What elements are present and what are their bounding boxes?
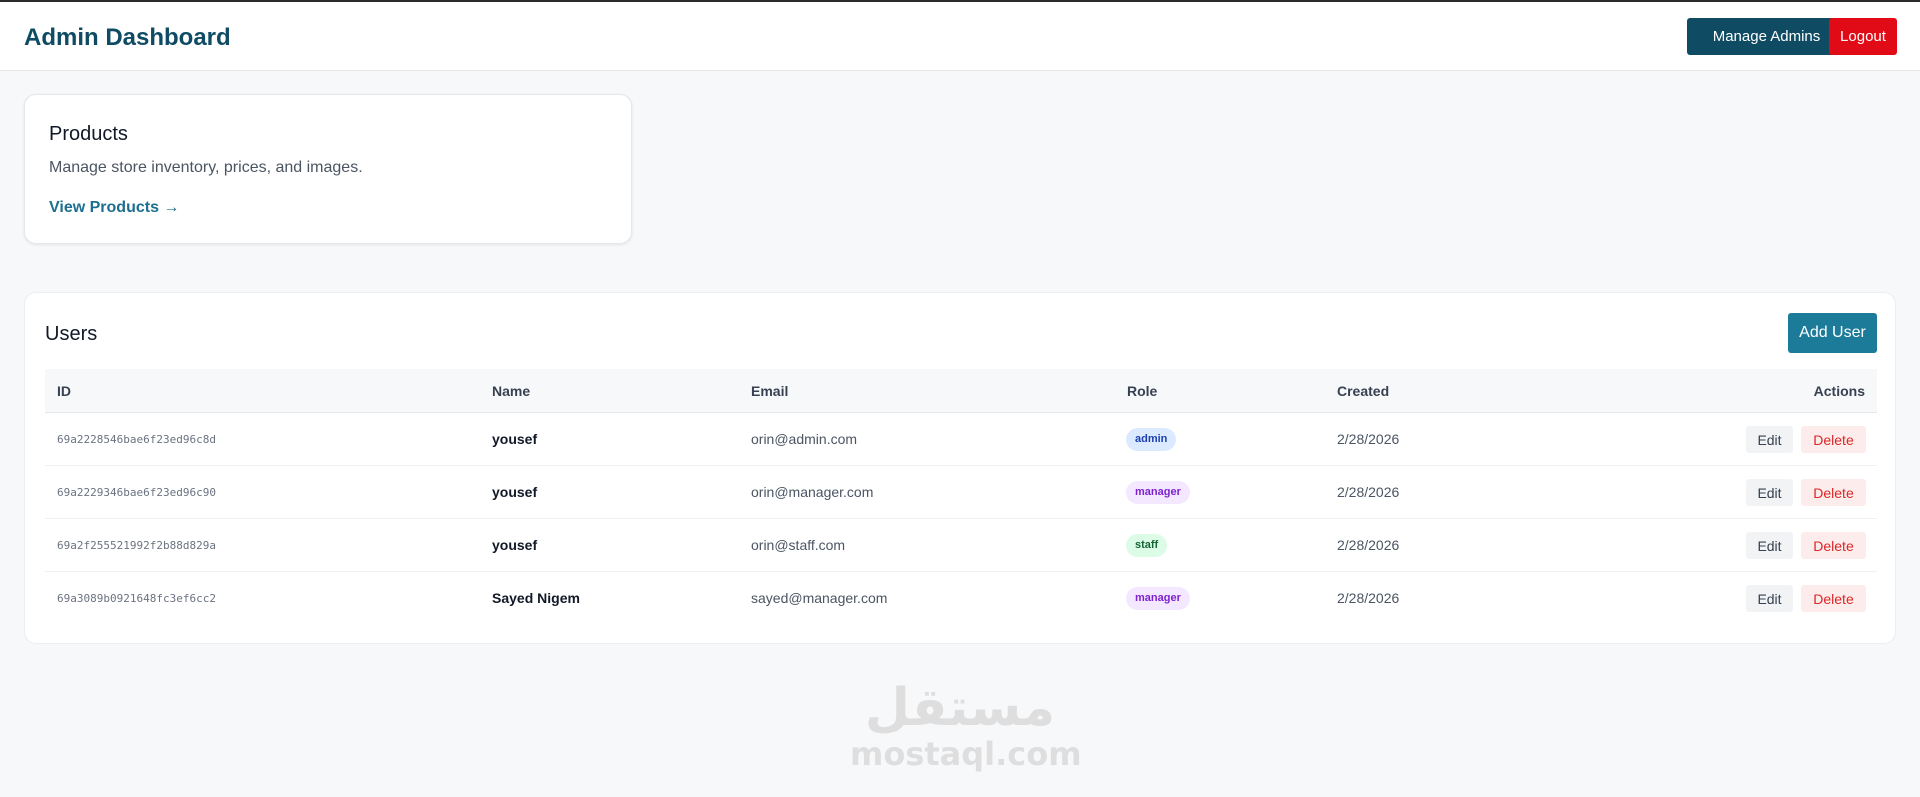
role-badge: manager: [1126, 587, 1190, 610]
user-name: yousef: [492, 537, 538, 553]
created-date: 2/28/2026: [1337, 431, 1400, 447]
user-email: orin@staff.com: [751, 537, 846, 553]
products-card-description: Manage store inventory, prices, and imag…: [49, 159, 363, 176]
created-date: 2/28/2026: [1337, 484, 1400, 500]
user-id: 69a3089b0921648fc3ef6cc2: [57, 592, 216, 605]
user-id: 69a2f255521992f2b88d829a: [57, 539, 216, 552]
watermark-arabic: مستقل: [864, 678, 1056, 738]
delete-button[interactable]: Delete: [1801, 426, 1866, 453]
user-email: sayed@manager.com: [751, 590, 888, 606]
delete-button[interactable]: Delete: [1801, 479, 1866, 506]
user-email: orin@admin.com: [751, 431, 858, 447]
created-date: 2/28/2026: [1337, 537, 1400, 553]
edit-button[interactable]: Edit: [1746, 426, 1793, 453]
role-badge: admin: [1126, 428, 1177, 451]
column-header-role: Role: [1127, 383, 1158, 399]
delete-button[interactable]: Delete: [1801, 532, 1866, 559]
table-row: 69a2f255521992f2b88d829a yousef orin@sta…: [45, 519, 1877, 572]
view-products-link[interactable]: View Products →: [49, 199, 179, 217]
created-date: 2/28/2026: [1337, 590, 1400, 606]
role-badge: staff: [1126, 534, 1168, 557]
edit-button[interactable]: Edit: [1746, 479, 1793, 506]
users-table-header: ID Name Email Role Created Actions: [45, 369, 1877, 413]
user-id: 69a2228546bae6f23ed96c8d: [57, 433, 216, 446]
column-header-email: Email: [751, 383, 789, 399]
users-title: Users: [45, 323, 98, 345]
column-header-actions: Actions: [1813, 383, 1865, 399]
edit-button[interactable]: Edit: [1746, 532, 1793, 559]
column-header-id: ID: [57, 383, 71, 399]
products-card-title: Products: [49, 123, 128, 145]
mostaql-watermark: مستقل mostaql.com: [850, 678, 1082, 773]
user-name: Sayed Nigem: [492, 590, 580, 606]
table-row: 69a2228546bae6f23ed96c8d yousef orin@adm…: [45, 413, 1877, 466]
delete-button[interactable]: Delete: [1801, 585, 1866, 612]
user-email: orin@manager.com: [751, 484, 874, 500]
page-title: Admin Dashboard: [24, 24, 231, 51]
add-user-button[interactable]: Add User: [1788, 313, 1877, 353]
user-id: 69a2229346bae6f23ed96c90: [57, 486, 216, 499]
table-row: 69a2229346bae6f23ed96c90 yousef orin@man…: [45, 466, 1877, 519]
products-card: Products Manage store inventory, prices,…: [24, 94, 632, 244]
column-header-name: Name: [492, 383, 531, 399]
role-badge: manager: [1126, 481, 1190, 504]
column-header-created: Created: [1337, 383, 1390, 399]
watermark-latin: mostaql.com: [850, 735, 1082, 773]
user-name: yousef: [492, 484, 538, 500]
logout-button[interactable]: Logout: [1829, 18, 1897, 55]
manage-admins-button[interactable]: Manage Admins: [1687, 18, 1846, 55]
top-bar: Admin Dashboard Manage Admins Logout: [0, 0, 1920, 71]
user-name: yousef: [492, 431, 538, 447]
edit-button[interactable]: Edit: [1746, 585, 1793, 612]
users-card: Users Add User ID Name Email Role Create…: [24, 292, 1896, 644]
table-row: 69a3089b0921648fc3ef6cc2 Sayed Nigem say…: [45, 572, 1877, 625]
